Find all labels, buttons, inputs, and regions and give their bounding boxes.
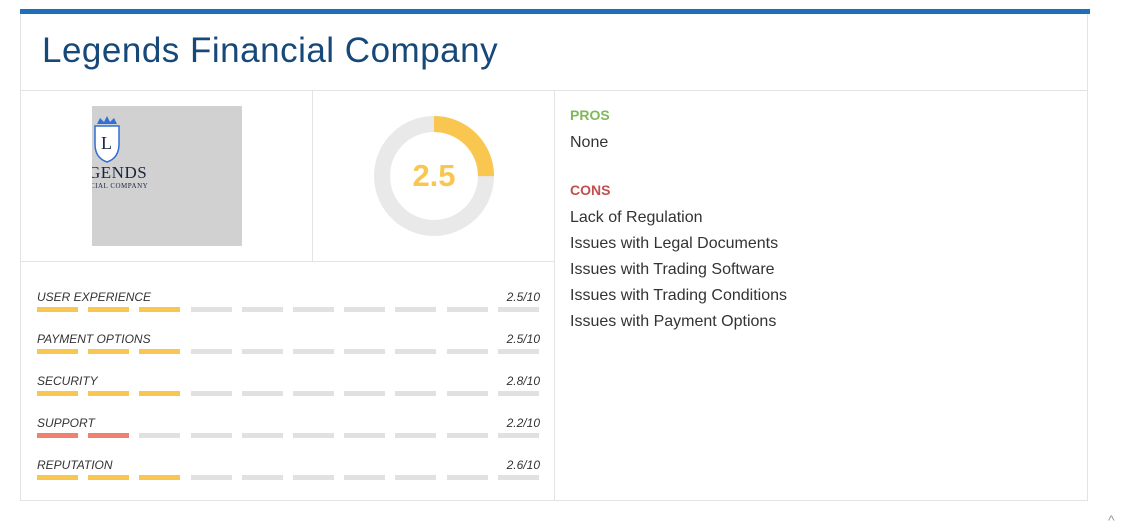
rating-segment xyxy=(37,391,78,396)
rating-segment xyxy=(37,433,78,438)
rating-row: USER EXPERIENCE 2.5/10 xyxy=(37,290,540,320)
rating-segment xyxy=(395,349,436,354)
rating-segment xyxy=(447,349,488,354)
rating-segment xyxy=(88,307,129,312)
rating-segment xyxy=(242,391,283,396)
rating-bar xyxy=(37,475,540,480)
rating-segment xyxy=(293,349,334,354)
rating-segment xyxy=(191,307,232,312)
rating-label: REPUTATION xyxy=(37,458,113,472)
rating-segment xyxy=(293,307,334,312)
rating-label: SECURITY xyxy=(37,374,98,388)
rating-label: PAYMENT OPTIONS xyxy=(37,332,151,346)
rating-segment xyxy=(498,475,539,480)
cons-item: Issues with Trading Software xyxy=(570,261,775,278)
rating-segment xyxy=(447,475,488,480)
rating-segment xyxy=(139,391,180,396)
rating-value: 2.6/10 xyxy=(506,458,540,472)
rating-segment xyxy=(191,349,232,354)
rating-segment xyxy=(88,391,129,396)
rating-segment xyxy=(88,475,129,480)
rating-row: PAYMENT OPTIONS 2.5/10 xyxy=(37,332,540,362)
cons-item: Issues with Trading Conditions xyxy=(570,287,787,304)
rating-segment xyxy=(37,349,78,354)
rating-row: SECURITY 2.8/10 xyxy=(37,374,540,404)
rating-segment xyxy=(498,349,539,354)
crown-shield-icon xyxy=(94,116,120,163)
rating-segment xyxy=(242,307,283,312)
rating-segment xyxy=(395,433,436,438)
rating-row: SUPPORT 2.2/10 xyxy=(37,416,540,446)
score-value: 2.5 xyxy=(412,158,456,193)
logo-score-divider xyxy=(312,90,313,261)
rating-segment xyxy=(242,475,283,480)
rating-value: 2.2/10 xyxy=(506,416,540,430)
rating-segment xyxy=(37,475,78,480)
card-accent-bar xyxy=(20,9,1090,14)
logo-letter: L xyxy=(101,133,112,153)
cons-item: Issues with Legal Documents xyxy=(570,235,779,252)
rating-segment xyxy=(395,391,436,396)
rating-label: SUPPORT xyxy=(37,416,95,430)
cons-title: CONS xyxy=(570,182,611,198)
rating-segment xyxy=(344,349,385,354)
page-title: Legends Financial Company xyxy=(42,31,499,70)
rating-segment xyxy=(395,475,436,480)
rating-row: REPUTATION 2.6/10 xyxy=(37,458,540,488)
pros-title: PROS xyxy=(570,107,610,123)
rating-bar xyxy=(37,391,540,396)
rating-segment xyxy=(37,307,78,312)
cons-list: Lack of Regulation Issues with Legal Doc… xyxy=(570,209,787,339)
rating-segment xyxy=(242,349,283,354)
rating-value: 2.5/10 xyxy=(506,290,540,304)
rating-segment xyxy=(191,475,232,480)
rating-segment xyxy=(293,391,334,396)
ratings-divider xyxy=(21,261,554,262)
rating-segment xyxy=(293,475,334,480)
rating-segment xyxy=(139,433,180,438)
rating-segment xyxy=(242,433,283,438)
rating-bar xyxy=(37,307,540,312)
column-divider xyxy=(554,90,555,501)
rating-segment xyxy=(344,307,385,312)
rating-value: 2.5/10 xyxy=(506,332,540,346)
rating-segment xyxy=(498,307,539,312)
cons-item: Lack of Regulation xyxy=(570,209,703,226)
rating-segment xyxy=(447,307,488,312)
rating-segment xyxy=(139,475,180,480)
rating-segment xyxy=(395,307,436,312)
cons-item: Issues with Payment Options xyxy=(570,313,777,330)
rating-segment xyxy=(447,433,488,438)
rating-segment xyxy=(191,391,232,396)
rating-segment xyxy=(139,349,180,354)
rating-bar xyxy=(37,349,540,354)
rating-segment xyxy=(498,433,539,438)
rating-bar xyxy=(37,433,540,438)
logo-text: GENDS xyxy=(92,163,148,182)
rating-segment xyxy=(191,433,232,438)
rating-value: 2.8/10 xyxy=(506,374,540,388)
company-logo: L GENDS CIAL COMPANY xyxy=(92,106,242,246)
chevron-up-icon[interactable]: ^ xyxy=(1108,512,1115,528)
rating-segment xyxy=(344,391,385,396)
broker-review-card: Legends Financial Company L GENDS CIAL C… xyxy=(20,9,1090,501)
rating-segment xyxy=(447,391,488,396)
logo-subtext: CIAL COMPANY xyxy=(92,182,149,190)
rating-segment xyxy=(88,433,129,438)
rating-segment xyxy=(498,391,539,396)
rating-segment xyxy=(88,349,129,354)
rating-segment xyxy=(293,433,334,438)
rating-label: USER EXPERIENCE xyxy=(37,290,152,304)
rating-segment xyxy=(139,307,180,312)
rating-segment xyxy=(344,475,385,480)
pros-item: None xyxy=(570,134,609,151)
rating-segment xyxy=(344,433,385,438)
